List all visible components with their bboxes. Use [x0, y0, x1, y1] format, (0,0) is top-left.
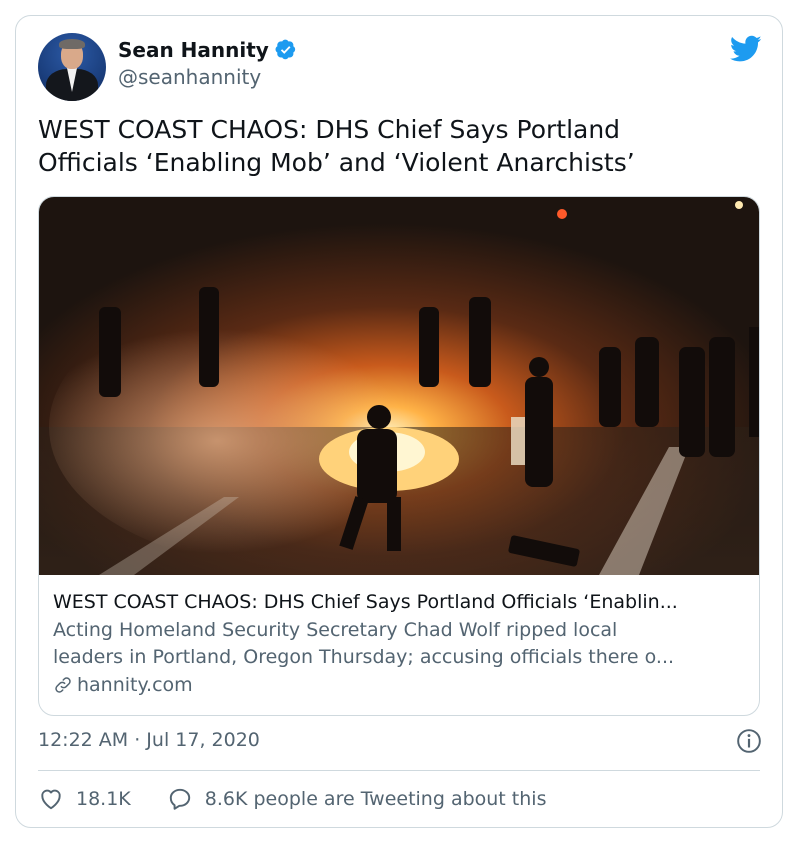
tweet-text-line: Officials ‘Enabling Mob’ and ‘Violent An…	[38, 148, 635, 177]
tweeting-about-text: 8.6K people are Tweeting about this	[204, 788, 547, 810]
like-action[interactable]: 18.1K	[38, 786, 131, 812]
author-name-row[interactable]: Sean Hannity	[118, 37, 297, 63]
tweet-text: WEST COAST CHAOS: DHS Chief Says Portlan…	[38, 113, 758, 179]
tweeting-about-action[interactable]: 8.6K people are Tweeting about this	[167, 786, 547, 812]
twitter-bird-icon[interactable]	[730, 35, 762, 63]
link-preview-card[interactable]: WEST COAST CHAOS: DHS Chief Says Portlan…	[38, 196, 760, 716]
divider	[38, 770, 760, 771]
link-preview-description: Acting Homeland Security Secretary Chad …	[53, 617, 749, 671]
author-handle[interactable]: @seanhannity	[118, 64, 297, 90]
tweet-text-line: WEST COAST CHAOS: DHS Chief Says Portlan…	[38, 115, 621, 144]
verified-icon	[275, 39, 295, 60]
link-icon	[55, 677, 71, 693]
link-description-line: Acting Homeland Security Secretary Chad …	[53, 619, 618, 641]
link-preview-title[interactable]: WEST COAST CHAOS: DHS Chief Says Portlan…	[53, 589, 749, 615]
heart-icon	[41, 789, 61, 810]
link-preview-meta: WEST COAST CHAOS: DHS Chief Says Portlan…	[53, 589, 749, 699]
link-domain[interactable]: hannity.com	[77, 671, 193, 699]
tweet-timestamp[interactable]: 12:22 AM · Jul 17, 2020	[38, 727, 260, 753]
link-preview-domain-row[interactable]: hannity.com	[53, 671, 749, 699]
link-preview-image[interactable]	[39, 197, 760, 575]
tweet-header: Sean Hannity @seanhannity	[38, 33, 762, 103]
tweet-embed-card[interactable]: Sean Hannity @seanhannity WEST COAST CHA…	[15, 15, 783, 828]
author-display-name[interactable]: Sean Hannity	[118, 37, 269, 63]
author-info: Sean Hannity @seanhannity	[118, 37, 297, 90]
reply-icon	[169, 788, 190, 810]
tweet-actions: 18.1K 8.6K people are Tweeting about thi…	[38, 784, 582, 814]
info-icon[interactable]	[736, 728, 762, 754]
link-description-line: leaders in Portland, Oregon Thursday; ac…	[53, 646, 675, 668]
like-count: 18.1K	[76, 788, 131, 810]
avatar[interactable]	[38, 33, 106, 101]
